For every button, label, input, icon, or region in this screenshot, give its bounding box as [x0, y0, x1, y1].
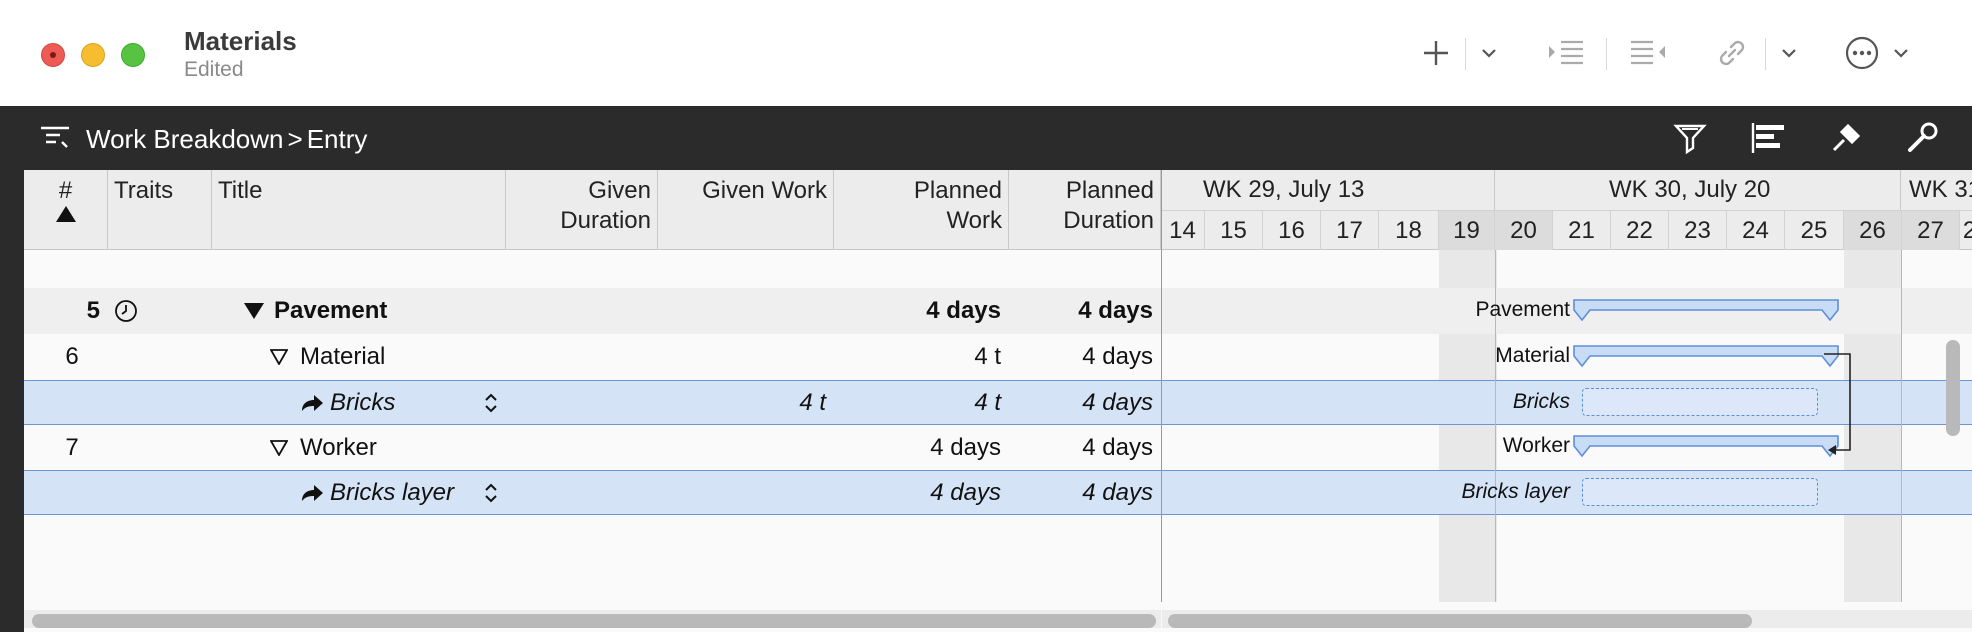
planned-work-cell[interactable]: 4 days — [834, 471, 1009, 514]
sort-ascending-icon — [55, 206, 76, 222]
gantt-bar-label: Pavement — [1475, 298, 1570, 321]
vertical-scrollbar[interactable] — [1946, 340, 1960, 436]
title-bar: Materials Edited — [0, 0, 1972, 107]
style-brush-icon[interactable] — [1826, 118, 1866, 158]
planned-work-cell[interactable]: 4 days — [834, 425, 1009, 470]
content-area: # Traits Title Given Duration Given Work … — [0, 170, 1972, 632]
day-header: 18 — [1379, 210, 1439, 250]
given-work-cell[interactable]: 4 t — [658, 381, 834, 424]
horizontal-scrollbar-left[interactable] — [24, 610, 1161, 628]
breadcrumb-separator: > — [287, 124, 303, 154]
plus-icon[interactable] — [1416, 34, 1456, 72]
day-header: 23 — [1669, 210, 1727, 250]
day-header: 27 — [1902, 210, 1960, 250]
gantt-assignment-bar[interactable] — [1582, 388, 1818, 416]
chevron-down-icon[interactable] — [1476, 34, 1502, 72]
column-header-title[interactable]: Title — [212, 170, 506, 250]
disclosure-triangle-icon[interactable] — [270, 349, 288, 365]
column-header: # Traits Title Given Duration Given Work … — [24, 170, 1972, 250]
maximize-button[interactable] — [121, 43, 145, 67]
indent-icon[interactable] — [1544, 34, 1588, 72]
day-header: 26 — [1844, 210, 1902, 250]
stepper-icon[interactable] — [484, 471, 508, 514]
resource-assignment-icon — [302, 394, 323, 411]
horizontal-scrollbar-right[interactable] — [1162, 610, 1972, 628]
planned-duration-cell[interactable]: 4 days — [1009, 288, 1161, 334]
planned-duration-cell[interactable]: 4 days — [1009, 425, 1161, 470]
row-title[interactable]: Bricks layer — [300, 471, 506, 514]
day-header: 15 — [1205, 210, 1263, 250]
day-header: 14 — [1161, 210, 1205, 250]
row-title[interactable]: Worker — [270, 425, 506, 470]
day-header: 16 — [1263, 210, 1321, 250]
planned-work-cell[interactable]: 4 t — [834, 381, 1009, 424]
resource-assignment-icon — [302, 484, 323, 501]
day-header: 21 — [1553, 210, 1611, 250]
wrench-icon[interactable] — [1902, 118, 1942, 158]
day-header: 2 — [1960, 210, 1972, 250]
document-status: Edited — [184, 58, 244, 81]
day-header: 19 — [1439, 210, 1495, 250]
gantt-bar-label: Bricks layer — [1461, 480, 1570, 503]
week-header: WK 30, July 20 — [1495, 170, 1901, 210]
breadcrumb-parent[interactable]: Work Breakdown — [86, 124, 284, 154]
view-bar: Work Breakdown > Entry — [0, 106, 1972, 170]
disclosure-triangle-icon[interactable] — [244, 303, 264, 319]
gantt-bar-label: Material — [1495, 344, 1570, 367]
more-icon[interactable] — [1842, 34, 1882, 72]
column-header-planned-work[interactable]: Planned Work — [834, 170, 1009, 250]
dependency-arrow[interactable] — [1824, 350, 1864, 460]
gantt-summary-bar[interactable] — [1572, 344, 1840, 370]
gantt-summary-bar[interactable] — [1572, 434, 1840, 460]
day-header: 25 — [1785, 210, 1844, 250]
close-button[interactable] — [41, 43, 65, 67]
day-header: 24 — [1727, 210, 1785, 250]
column-header-given-work[interactable]: Given Work — [658, 170, 834, 250]
column-header-number[interactable]: # — [24, 170, 108, 250]
planned-duration-cell[interactable]: 4 days — [1009, 334, 1161, 380]
week-header: WK 29, July 13 — [1161, 170, 1495, 210]
day-header: 20 — [1495, 210, 1553, 250]
breadcrumb-current[interactable]: Entry — [307, 124, 368, 154]
day-header: 17 — [1321, 210, 1379, 250]
breadcrumb: Work Breakdown > Entry — [86, 124, 367, 155]
column-header-given-duration[interactable]: Given Duration — [506, 170, 658, 250]
filter-icon[interactable] — [1670, 118, 1710, 158]
gantt-bar-label: Bricks — [1512, 390, 1570, 413]
planned-work-cell[interactable]: 4 t — [834, 334, 1009, 380]
app-window: Materials Edited Work Breakdown > Entry … — [0, 0, 1972, 632]
document-title: Materials — [184, 26, 297, 56]
chevron-down-icon[interactable] — [1888, 34, 1914, 72]
column-header-planned-duration[interactable]: Planned Duration — [1009, 170, 1161, 250]
week-divider — [1901, 250, 1902, 602]
day-header: 22 — [1611, 210, 1669, 250]
outline-view-icon[interactable] — [36, 118, 76, 158]
link-icon[interactable] — [1712, 34, 1752, 72]
row-number: 5 — [86, 297, 100, 324]
minimize-button[interactable] — [81, 43, 105, 67]
gantt-bar-label: Worker — [1502, 434, 1570, 457]
disclosure-triangle-icon[interactable] — [270, 439, 288, 456]
clock-icon — [114, 288, 154, 334]
gantt-assignment-bar[interactable] — [1582, 478, 1818, 506]
week-header: WK 31 — [1909, 176, 1972, 203]
row-title[interactable]: Pavement — [244, 288, 504, 334]
planned-duration-cell[interactable]: 4 days — [1009, 381, 1161, 424]
column-header-traits[interactable]: Traits — [108, 170, 212, 250]
row-number: 6 — [65, 343, 79, 370]
planned-duration-cell[interactable]: 4 days — [1009, 471, 1161, 514]
stepper-icon[interactable] — [484, 381, 508, 424]
row-title[interactable]: Material — [270, 334, 506, 380]
outdent-icon[interactable] — [1626, 34, 1670, 72]
outline-sheet: # Traits Title Given Duration Given Work … — [24, 170, 1972, 632]
row-title[interactable]: Bricks — [300, 381, 506, 424]
chevron-down-icon[interactable] — [1776, 34, 1802, 72]
planned-work-cell[interactable]: 4 days — [834, 288, 1009, 334]
pane-divider[interactable] — [1161, 170, 1162, 602]
gantt-summary-bar[interactable] — [1572, 298, 1840, 324]
row-number: 7 — [65, 433, 79, 461]
gantt-chart-icon[interactable] — [1750, 118, 1790, 158]
